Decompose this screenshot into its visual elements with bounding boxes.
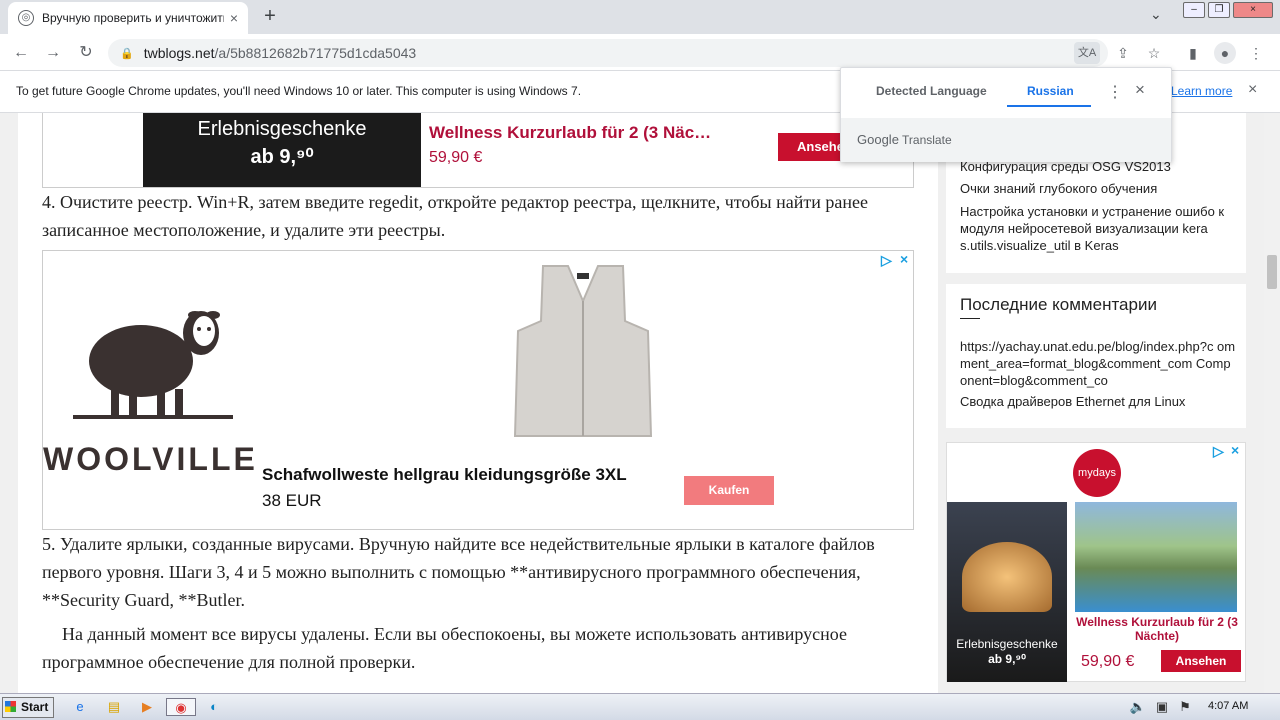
new-tab-button[interactable]: +	[258, 4, 282, 28]
comments-widget: Последние комментарии https://yachay.una…	[946, 284, 1246, 428]
scrollbar-thumb[interactable]	[1267, 255, 1277, 289]
edge-icon[interactable]: ◐	[204, 698, 224, 716]
top-ad-image-line1: Erlebnisgeschenke	[197, 118, 367, 140]
infobar-close-icon[interactable]: ×	[1248, 81, 1257, 99]
sheep-logo-icon	[73, 311, 233, 419]
detected-language-tab[interactable]: Detected Language	[876, 84, 987, 98]
article-closing: На данный момент все вирусы удалены. Есл…	[42, 624, 847, 672]
recent-post-link[interactable]: Очки знаний глубокого обучения	[960, 180, 1157, 197]
address-bar[interactable]: 🔒 twblogs.net/a/5b8812682b71775d1cda5043…	[108, 39, 1108, 67]
sidebar-ad-image-line1: Erlebnisgeschenke	[956, 637, 1058, 651]
sidebar-ad[interactable]: mydays ▷ × Erlebnisgeschenke ab 9,⁹⁰ Wel…	[946, 442, 1246, 682]
browser-tab[interactable]: ◎ Вручную проверить и уничтожить ×	[8, 2, 248, 34]
bookmark-star-icon[interactable]: ☆	[1143, 42, 1165, 64]
russian-tab[interactable]: Russian	[1027, 84, 1074, 98]
comment-link[interactable]: Сводка драйверов Ethernet для Linux	[960, 393, 1185, 410]
url-path: /a/5b8812682b71775d1cda5043	[214, 45, 417, 61]
active-tab-underline	[1007, 105, 1091, 107]
ie-icon[interactable]: e	[70, 698, 90, 716]
share-icon[interactable]: ⇪	[1112, 42, 1134, 64]
translate-icon[interactable]: 文A	[1074, 42, 1100, 64]
learn-more-link[interactable]: Learn more	[1171, 84, 1232, 98]
google-translate-logo: Google Translate	[857, 132, 952, 147]
recent-post-link[interactable]: Настройка установки и устранение ошибо к…	[960, 203, 1236, 254]
page-scrollbar[interactable]	[1264, 113, 1280, 693]
top-ad-title[interactable]: Wellness Kurzurlaub für 2 (3 Näc…	[429, 123, 711, 143]
comment-link[interactable]: https://yachay.unat.edu.pe/blog/index.ph…	[960, 338, 1236, 389]
translate-close-icon[interactable]: ×	[1135, 80, 1145, 100]
top-ad-image-line2: ab 9,⁹⁰	[250, 146, 314, 168]
minimize-button[interactable]: –	[1183, 2, 1205, 18]
adchoices-icon[interactable]: ▷	[881, 252, 892, 269]
back-button[interactable]: ←	[8, 40, 34, 66]
tab-close-icon[interactable]: ×	[230, 10, 238, 26]
article-step-4: 4. Очистите реестр. Win+R, затем введите…	[42, 192, 868, 240]
article-step-5: 5. Удалите ярлыки, созданные вирусами. В…	[42, 534, 875, 610]
side-panel-icon[interactable]: ▮	[1182, 42, 1204, 64]
tab-strip: ◎ Вручную проверить и уничтожить × + ⌄ –…	[0, 0, 1280, 34]
windows-taskbar: Start e ▤ ▶ ◉ ◐ 🔈 ▣ ⚑ 4:07 AM	[0, 693, 1280, 720]
title-underline	[960, 318, 980, 319]
site-favicon-icon: ◎	[18, 10, 34, 26]
adchoices-icon[interactable]: ▷	[1213, 443, 1224, 460]
tab-title: Вручную проверить и уничтожить	[42, 11, 224, 25]
network-icon[interactable]: ▣	[1152, 698, 1172, 716]
media-player-icon[interactable]: ▶	[137, 698, 157, 716]
comments-title: Последние комментарии	[960, 295, 1157, 314]
top-ad-image[interactable]: Erlebnisgeschenke ab 9,⁹⁰	[143, 113, 421, 187]
sidebar-ad-dome-image[interactable]: Erlebnisgeschenke ab 9,⁹⁰	[947, 502, 1067, 682]
woolville-ad-title[interactable]: Schafwollweste hellgrau kleidungsgröße 3…	[262, 465, 627, 485]
restore-button[interactable]: ❐	[1208, 2, 1230, 18]
sidebar-ad-button[interactable]: Ansehen	[1161, 650, 1241, 672]
taskbar-clock[interactable]: 4:07 AM	[1208, 700, 1248, 712]
profile-avatar-icon[interactable]: ●	[1214, 42, 1236, 64]
ad-close-icon[interactable]: ×	[900, 251, 908, 267]
lock-icon[interactable]: 🔒	[120, 47, 134, 60]
tab-search-icon[interactable]: ⌄	[1150, 6, 1162, 23]
volume-icon[interactable]: 🔈	[1128, 698, 1148, 716]
browser-toolbar: ← → ↻ 🔒 twblogs.net/a/5b8812682b71775d1c…	[0, 34, 1280, 71]
infobar-message: To get future Google Chrome updates, you…	[16, 84, 582, 98]
woolville-ad[interactable]: WOOLVILLE Schafwollweste hellgrau kleidu…	[42, 250, 914, 530]
url-host: twblogs.net	[143, 45, 215, 61]
woolville-kaufen-button[interactable]: Kaufen	[684, 476, 774, 505]
sidebar-ad-price: 59,90 €	[1081, 653, 1135, 670]
windows-logo-icon	[5, 701, 16, 712]
ad-close-icon[interactable]: ×	[1231, 442, 1239, 458]
top-ad-price: 59,90 €	[429, 149, 483, 166]
reload-button[interactable]: ↻	[73, 40, 99, 66]
woolville-ad-price: 38 EUR	[262, 491, 322, 510]
forward-button[interactable]: →	[40, 40, 66, 66]
sidebar-ad-title[interactable]: Wellness Kurzurlaub für 2 (3 Nächte)	[1073, 615, 1241, 643]
woolville-brand: WOOLVILLE	[43, 441, 258, 477]
page-left-gutter	[0, 113, 18, 693]
explorer-icon[interactable]: ▤	[104, 698, 124, 716]
translate-wordmark: Translate	[898, 133, 952, 147]
dome-icon	[962, 542, 1052, 612]
vest-product-image[interactable]	[513, 261, 653, 441]
window-close-button[interactable]: ×	[1233, 2, 1273, 18]
sidebar-ad-hotel-image[interactable]	[1075, 502, 1237, 612]
sidebar-ad-image-line2: ab 9,⁹⁰	[988, 652, 1026, 666]
top-ad-banner[interactable]: Erlebnisgeschenke ab 9,⁹⁰ Wellness Kurzu…	[42, 113, 914, 188]
chrome-icon[interactable]: ◉	[166, 698, 196, 716]
mydays-logo: mydays	[1073, 449, 1121, 497]
google-wordmark: Google	[857, 132, 899, 147]
action-center-flag-icon[interactable]: ⚑	[1175, 698, 1195, 716]
translate-menu-icon[interactable]: ⋮	[1107, 82, 1123, 102]
translate-popup: Detected Language Russian ⋮ × Google Tra…	[840, 67, 1172, 162]
menu-kebab-icon[interactable]: ⋮	[1245, 42, 1267, 64]
